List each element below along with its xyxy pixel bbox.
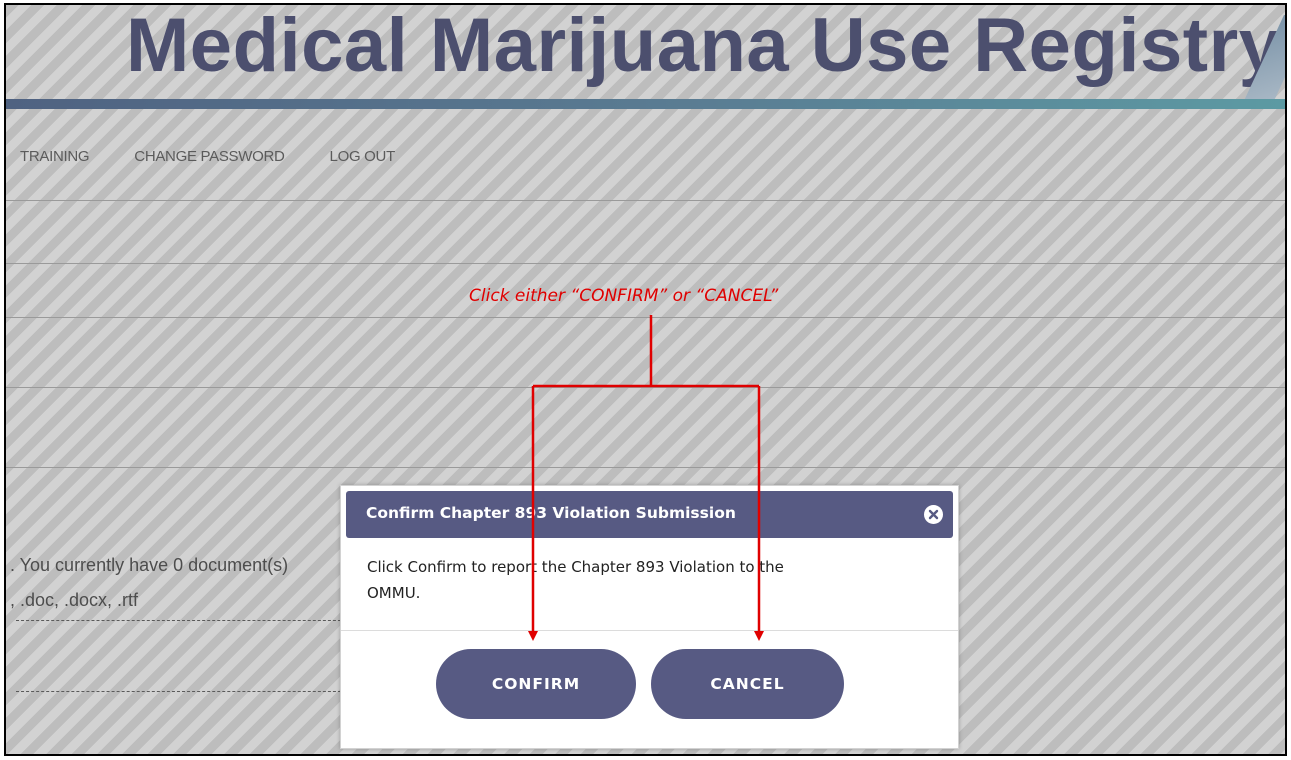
dialog-message: Click Confirm to report the Chapter 893 … bbox=[367, 554, 927, 606]
dialog-message-line: OMMU. bbox=[367, 584, 421, 602]
upload-dropzone-border bbox=[16, 691, 346, 692]
instruction-annotation: Click either “CONFIRM” or “CANCEL” bbox=[469, 286, 779, 306]
divider bbox=[6, 200, 1285, 201]
confirm-button[interactable]: CONFIRM bbox=[436, 649, 636, 719]
nav-item-log-out[interactable]: LOG OUT bbox=[330, 148, 396, 165]
banner-band bbox=[6, 99, 1285, 109]
dialog-title: Confirm Chapter 893 Violation Submission bbox=[366, 504, 736, 522]
file-types-text: , .doc, .docx, .rtf bbox=[10, 590, 139, 610]
close-icon[interactable] bbox=[924, 505, 943, 524]
nav-item-training[interactable]: TRAINING bbox=[20, 148, 90, 165]
divider bbox=[6, 317, 1285, 318]
top-nav: TRAINING CHANGE PASSWORD LOG OUT bbox=[20, 148, 440, 165]
document-count-text: . You currently have 0 document(s) bbox=[10, 555, 289, 575]
nav-item-change-password[interactable]: CHANGE PASSWORD bbox=[134, 148, 285, 165]
confirm-dialog: Confirm Chapter 893 Violation Submission… bbox=[340, 485, 959, 749]
dialog-message-line: Click Confirm to report the Chapter 893 … bbox=[367, 558, 784, 576]
dialog-separator bbox=[341, 630, 958, 631]
banner-title: Medical Marijuana Use Registry bbox=[126, 3, 1282, 88]
divider bbox=[6, 263, 1285, 264]
divider bbox=[6, 467, 1285, 468]
upload-dropzone-border bbox=[16, 620, 346, 621]
cancel-button[interactable]: CANCEL bbox=[651, 649, 844, 719]
dialog-header: Confirm Chapter 893 Violation Submission bbox=[346, 491, 953, 538]
divider bbox=[6, 387, 1285, 388]
